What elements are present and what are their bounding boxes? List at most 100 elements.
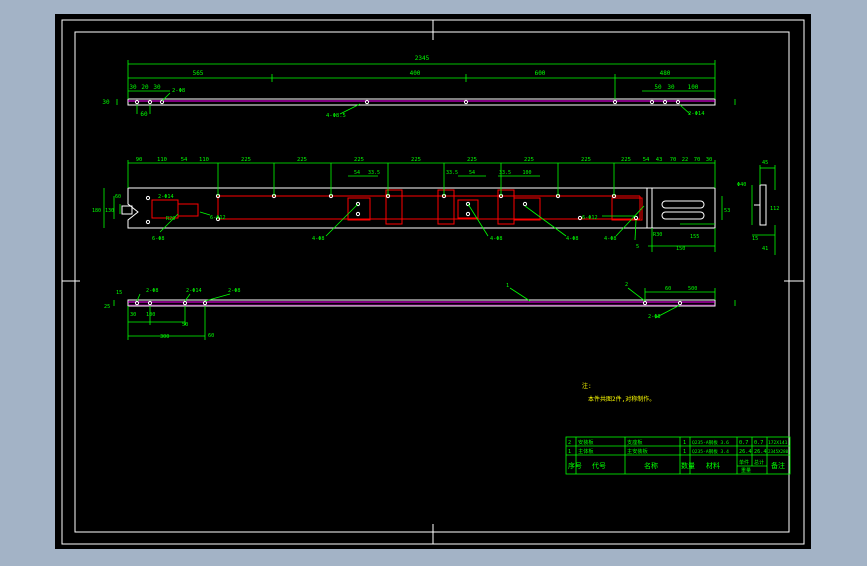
- dim-side-1: 45: [762, 160, 768, 166]
- dim-ms-4: 54: [469, 170, 475, 176]
- label-bv-1: 2-Φ8: [146, 288, 159, 294]
- tb-h-8: 备注: [771, 461, 785, 470]
- dim-mt-12: 225: [621, 157, 631, 163]
- label-ml-1: 2-Φ14: [158, 194, 174, 200]
- dim-side-2: Φ40: [737, 182, 746, 188]
- tb-h-4: 数量: [681, 461, 695, 470]
- label-mr-3: 155: [690, 234, 699, 240]
- tb-r1-c3: 支座板: [627, 438, 643, 446]
- dim-ml-3: 60: [115, 194, 121, 200]
- dim-ms-1: 54: [354, 170, 360, 176]
- dim-ms-5: 33.5: [499, 170, 511, 176]
- tb-r1-c1: 2: [568, 440, 571, 446]
- tb-r2-c6: 26.4: [739, 449, 752, 455]
- tb-h-7: 总计: [754, 459, 764, 466]
- tb-r1-c7: 0.7: [754, 440, 763, 446]
- dim-mt-2: 110: [157, 157, 167, 163]
- label-mr-5: 53: [724, 208, 730, 214]
- dim-bv-6: 60: [665, 286, 671, 292]
- tb-r2-c4: 1: [683, 449, 686, 455]
- tb-r1-c5: Q235-A钢板 3.6: [692, 439, 729, 446]
- tb-h-weight: 重量: [741, 467, 751, 474]
- dim-seg-1: 565: [193, 70, 204, 77]
- dim-left-sub: 60: [140, 111, 148, 118]
- dim-ms-2: 33.5: [368, 170, 380, 176]
- tb-r2-c5: Q235-A钢板 3.4: [692, 448, 729, 455]
- dim-mt-18: 30: [706, 157, 713, 163]
- label-hole-1: 6-Φ12: [210, 215, 226, 221]
- dim-seg-2: 400: [410, 70, 421, 77]
- tb-h-3: 名称: [644, 461, 658, 470]
- dim-mt-16: 22: [682, 157, 689, 163]
- label-ml-3: R20: [166, 216, 175, 222]
- dim-right-3: 100: [688, 84, 699, 91]
- dim-bv-2: 100: [146, 312, 155, 318]
- dim-mt-14: 43: [656, 157, 663, 163]
- label-mr-2: 150: [676, 246, 685, 252]
- dim-side-3: 112: [770, 206, 779, 212]
- label-hole-4: 4-Φ8: [566, 236, 579, 242]
- label-holes-right: 2-Φ14: [688, 111, 705, 117]
- label-holes-left: 2-Φ8: [172, 88, 185, 94]
- tb-r2-c3: 主安装板: [627, 447, 649, 455]
- dim-mt-4: 110: [199, 157, 209, 163]
- dim-bv-7: 500: [688, 286, 697, 292]
- dim-bv-5: 60: [208, 333, 214, 339]
- dim-ml-1: 180: [92, 208, 101, 214]
- tb-h-5: 材料: [706, 461, 720, 470]
- dim-bv-1: 30: [130, 312, 136, 318]
- dim-seg-4: 480: [660, 70, 671, 77]
- dim-mt-15: 70: [670, 157, 677, 163]
- dim-mt-10: 225: [524, 157, 534, 163]
- dim-bv-9: 25: [104, 304, 110, 310]
- dim-left-2: 20: [141, 84, 149, 91]
- label-mr-1: R30: [653, 232, 662, 238]
- tb-h-2: 代号: [592, 461, 606, 470]
- dim-right-2: 30: [667, 84, 675, 91]
- dim-ms-6: 100: [522, 170, 531, 176]
- dim-mt-13: 54: [643, 157, 650, 163]
- label-hole-2: 4-Φ8: [312, 236, 325, 242]
- tb-r1-c2: 安装板: [578, 438, 594, 446]
- dim-ms-3: 33.5: [446, 170, 458, 176]
- label-bv-2: 2-Φ14: [186, 288, 202, 294]
- label-hole-6: 4-Φ8: [604, 236, 617, 242]
- tb-h-6: 单件: [739, 459, 749, 466]
- label-mr-4: 5: [636, 244, 639, 250]
- label-holes-mid: 4-Φ8.5: [326, 113, 346, 119]
- dim-side-4: 15: [752, 236, 758, 242]
- dim-mt-1: 90: [136, 157, 143, 163]
- dim-overall: 2345: [415, 55, 430, 62]
- tb-r2-c1: 1: [568, 449, 571, 455]
- dim-right-1: 50: [654, 84, 662, 91]
- dim-left-1: 30: [129, 84, 137, 91]
- tb-r2-c8: 2345X280: [768, 449, 789, 454]
- notes-line-1: 本件共图2件,对称制作。: [588, 395, 655, 403]
- dim-mt-17: 70: [694, 157, 701, 163]
- label-bv-3: 2-Φ8: [228, 288, 241, 294]
- dim-seg-3: 600: [535, 70, 546, 77]
- dim-mt-6: 225: [297, 157, 307, 163]
- notes-title: 注:: [582, 382, 592, 390]
- tb-h-1: 序号: [568, 461, 582, 470]
- tb-r2-c2: 主体板: [578, 447, 594, 455]
- label-bv-4: 2-Φ8: [648, 314, 661, 320]
- dim-mt-3: 54: [181, 157, 188, 163]
- dim-side-5: 41: [762, 246, 768, 252]
- label-ml-2: 6-Φ8: [152, 236, 165, 242]
- tb-r2-c7: 26.4: [754, 449, 767, 455]
- cad-viewport[interactable]: 2345 565 400 600 480 30 20 30 50 30 100 …: [0, 0, 867, 562]
- tb-r1-c8: 172X141: [768, 440, 788, 446]
- dim-height: 30: [102, 99, 110, 106]
- label-bv-part2: 2: [625, 282, 628, 288]
- tb-r1-c6: 0.7: [739, 440, 748, 446]
- drawing-svg: 2345 565 400 600 480 30 20 30 50 30 100 …: [55, 14, 811, 549]
- dim-bv-8: 15: [116, 290, 122, 296]
- dim-bv-3: 50: [182, 322, 188, 328]
- dim-mt-5: 225: [241, 157, 251, 163]
- tb-r1-c4: 1: [683, 440, 686, 446]
- dim-left-3: 30: [153, 84, 161, 91]
- dim-mt-7: 225: [354, 157, 364, 163]
- label-hole-5: 6-Φ12: [582, 215, 598, 221]
- dim-mt-11: 225: [581, 157, 591, 163]
